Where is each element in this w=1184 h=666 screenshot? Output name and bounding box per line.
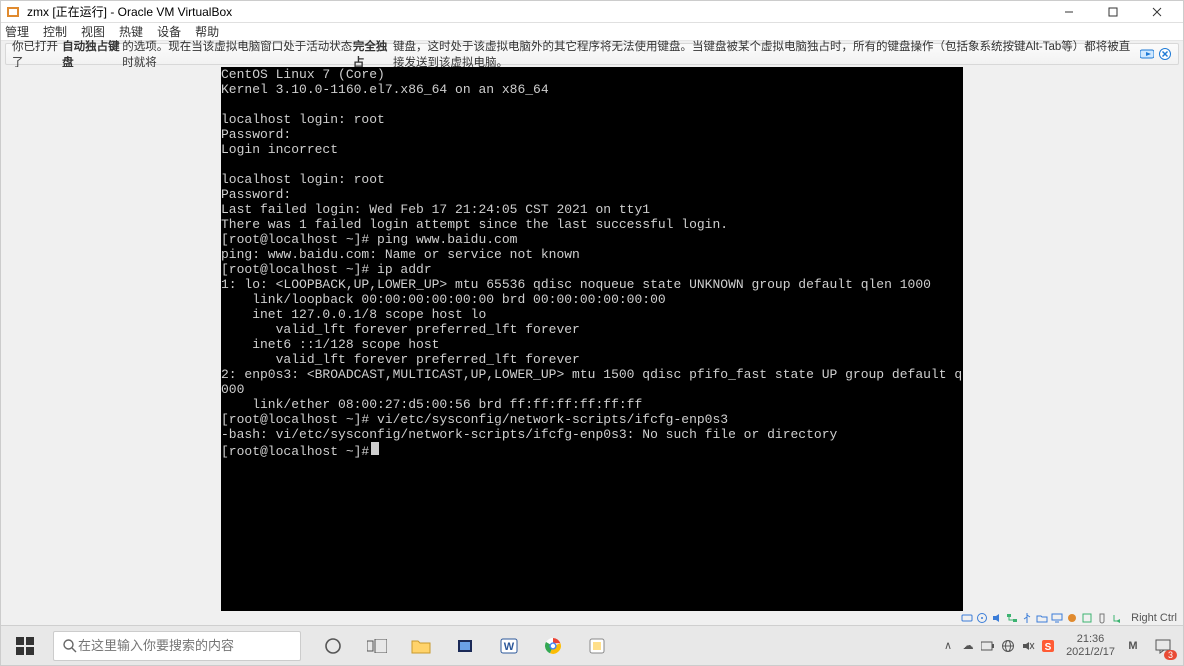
status-cpu-icon[interactable] xyxy=(1080,612,1093,625)
terminal-line: link/loopback 00:00:00:00:00:00 brd 00:0… xyxy=(221,292,963,307)
window-title: zmx [正在运行] - Oracle VM VirtualBox xyxy=(27,3,1047,20)
tray-onedrive-icon[interactable]: ☁ xyxy=(958,626,978,666)
svg-text:W: W xyxy=(504,641,515,653)
tray-sogou-icon[interactable]: S xyxy=(1038,626,1058,666)
terminal-line: localhost login: root xyxy=(221,172,963,187)
tray-power-icon[interactable] xyxy=(978,626,998,666)
terminal-line: [root@localhost ~]# vi/etc/sysconfig/net… xyxy=(221,412,963,427)
terminal-line: Last failed login: Wed Feb 17 21:24:05 C… xyxy=(221,202,963,217)
minimize-button[interactable] xyxy=(1047,1,1091,23)
terminal-line: valid_lft forever preferred_lft forever xyxy=(221,322,963,337)
status-display-icon[interactable] xyxy=(1050,612,1063,625)
task-file-explorer-icon[interactable] xyxy=(401,626,441,666)
vbox-statusbar: Right Ctrl xyxy=(1,611,1183,625)
system-tray: ∧ ☁ S 21:36 2021/2/17 M 3 xyxy=(938,626,1183,666)
status-usb-icon[interactable] xyxy=(1020,612,1033,625)
infobar-bold-1: 自动独占键盘 xyxy=(62,38,122,70)
tray-volume-icon[interactable] xyxy=(1018,626,1038,666)
task-app-icon[interactable] xyxy=(577,626,617,666)
terminal-line: -bash: vi/etc/sysconfig/network-scripts/… xyxy=(221,427,963,442)
terminal-line xyxy=(221,97,963,112)
taskbar-search[interactable] xyxy=(53,631,301,661)
terminal-cursor xyxy=(371,442,379,455)
virtualbox-icon xyxy=(5,4,21,20)
task-cortana-icon[interactable] xyxy=(313,626,353,666)
start-button[interactable] xyxy=(1,626,49,666)
status-audio-icon[interactable] xyxy=(990,612,1003,625)
terminal-line: Password: xyxy=(221,187,963,202)
terminal-line: [root@localhost ~]# xyxy=(221,442,963,459)
terminal-line: link/ether 08:00:27:d5:00:56 brd ff:ff:f… xyxy=(221,397,963,412)
taskbar-search-input[interactable] xyxy=(78,638,292,653)
terminal-line: [root@localhost ~]# ip addr xyxy=(221,262,963,277)
status-optical-icon[interactable] xyxy=(975,612,988,625)
infobar-text-2: 的选项。现在当该虚拟电脑窗口处于活动状态时就将 xyxy=(122,38,353,70)
task-virtualbox-icon[interactable] xyxy=(445,626,485,666)
tray-notifications-icon[interactable]: 3 xyxy=(1143,626,1183,666)
task-word-icon[interactable]: W xyxy=(489,626,529,666)
terminal-line: ping: www.baidu.com: Name or service not… xyxy=(221,247,963,262)
status-mouse-icon[interactable] xyxy=(1095,612,1108,625)
tray-clock-date: 2021/2/17 xyxy=(1066,646,1115,659)
terminal-line: There was 1 failed login attempt since t… xyxy=(221,217,963,232)
svg-text:S: S xyxy=(1045,642,1052,653)
tray-clock[interactable]: 21:36 2021/2/17 xyxy=(1058,633,1123,659)
status-harddisk-icon[interactable] xyxy=(960,612,973,625)
task-chrome-icon[interactable] xyxy=(533,626,573,666)
terminal-line: 1: lo: <LOOPBACK,UP,LOWER_UP> mtu 65536 … xyxy=(221,277,963,292)
infobar-close-icon[interactable] xyxy=(1158,46,1172,62)
infobar-expand-icon[interactable] xyxy=(1140,46,1154,62)
taskbar-pinned: W xyxy=(313,626,617,666)
maximize-button[interactable] xyxy=(1091,1,1135,23)
close-button[interactable] xyxy=(1135,1,1179,23)
tray-network-icon[interactable] xyxy=(998,626,1018,666)
status-hostkey: Right Ctrl xyxy=(1131,612,1177,624)
terminal-line: 2: enp0s3: <BROADCAST,MULTICAST,UP,LOWER… xyxy=(221,367,963,382)
tray-ime-icon[interactable]: M xyxy=(1123,626,1143,666)
infobar-text-3: 键盘，这时处于该虚拟电脑外的其它程序将无法使用键盘。当键盘被某个虚拟电脑独占时，… xyxy=(393,38,1136,70)
terminal-line: localhost login: root xyxy=(221,112,963,127)
tray-clock-time: 21:36 xyxy=(1066,633,1115,646)
notifications-badge: 3 xyxy=(1164,650,1177,660)
task-taskview-icon[interactable] xyxy=(357,626,397,666)
terminal-line: 000 xyxy=(221,382,963,397)
guest-area: CentOS Linux 7 (Core)Kernel 3.10.0-1160.… xyxy=(1,67,1183,611)
terminal-line: Password: xyxy=(221,127,963,142)
terminal-line: Login incorrect xyxy=(221,142,963,157)
status-shared-folders-icon[interactable] xyxy=(1035,612,1048,625)
vbox-titlebar: zmx [正在运行] - Oracle VM VirtualBox xyxy=(1,1,1183,23)
status-network-icon[interactable] xyxy=(1005,612,1018,625)
terminal-line: inet 127.0.0.1/8 scope host lo xyxy=(221,307,963,322)
terminal-line: CentOS Linux 7 (Core) xyxy=(221,67,963,82)
terminal-line: Kernel 3.10.0-1160.el7.x86_64 on an x86_… xyxy=(221,82,963,97)
terminal-line: inet6 ::1/128 scope host xyxy=(221,337,963,352)
infobar-bold-2: 完全独占 xyxy=(353,38,393,70)
terminal[interactable]: CentOS Linux 7 (Core)Kernel 3.10.0-1160.… xyxy=(221,67,963,611)
vbox-infobar: 你已打开了 自动独占键盘 的选项。现在当该虚拟电脑窗口处于活动状态时就将 完全独… xyxy=(5,43,1179,65)
tray-overflow-icon[interactable]: ∧ xyxy=(938,626,958,666)
status-recording-icon[interactable] xyxy=(1065,612,1078,625)
windows-taskbar: W ∧ ☁ S 21:36 2021/2/17 M 3 xyxy=(1,625,1183,665)
infobar-text-1: 你已打开了 xyxy=(12,38,62,70)
terminal-line: valid_lft forever preferred_lft forever xyxy=(221,352,963,367)
terminal-line: [root@localhost ~]# ping www.baidu.com xyxy=(221,232,963,247)
status-keyboard-arrow-icon[interactable] xyxy=(1110,612,1123,625)
search-icon xyxy=(62,638,78,654)
terminal-line xyxy=(221,157,963,172)
